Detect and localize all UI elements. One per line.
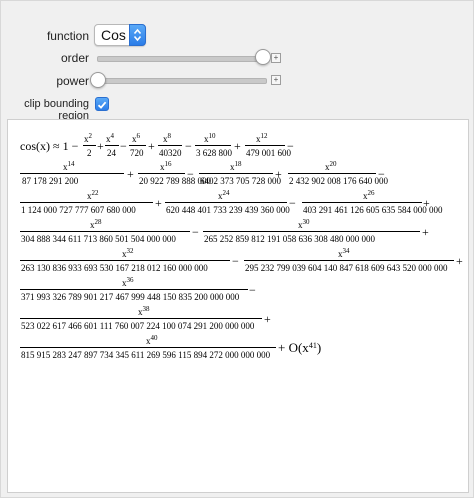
frac-bar [20,202,153,203]
frac-bar [199,173,273,174]
frac-bar [83,145,96,146]
term-36-num: x36 [122,276,134,288]
frac-bar [20,318,262,319]
term-12-den: 479 001 600 [246,148,291,158]
plus-sign: + [97,139,104,153]
checkmark-icon [97,101,107,109]
frac-bar [244,260,454,261]
term-28-num: x28 [90,218,102,230]
frac-bar [302,202,422,203]
plus-sign: + [423,196,430,210]
order-expand-button[interactable]: + [271,53,281,63]
term-34-den: 295 232 799 039 604 140 847 618 609 643 … [245,263,448,273]
term-10-den: 3 628 800 [196,148,232,158]
frac-bar [288,173,376,174]
term-4-den: 24 [107,148,116,158]
term-18-num: x18 [230,160,242,172]
term-22-den: 1 124 000 727 777 607 680 000 [21,205,136,215]
term-2-den: 2 [87,148,92,158]
term-18-den: 6402 373 705 728 000 [200,176,281,186]
minus-sign: − [249,283,256,297]
function-select-value: Cos [101,27,126,43]
plus-sign: + [275,167,282,181]
plus-sign: + [148,139,155,153]
plus-sign: + [456,254,463,268]
series-remainder: + O(x41) [278,340,322,355]
power-slider-thumb[interactable] [90,72,106,88]
power-slider-track[interactable] [97,78,267,84]
minus-sign: − [187,167,194,181]
frac-bar [105,145,119,146]
term-36-den: 371 993 326 789 901 217 467 999 448 150 … [21,292,240,302]
frac-bar [20,231,190,232]
frac-bar [165,202,287,203]
frac-bar [195,145,231,146]
term-26-den: 403 291 461 126 605 635 584 000 000 [303,205,443,215]
series-lhs: cos(x) ≈ 1 − [20,139,79,153]
term-26-num: x26 [363,189,375,201]
term-14-den: 87 178 291 200 [22,176,79,186]
term-6-num: x6 [132,132,140,144]
term-20-num: x20 [325,160,337,172]
frac-bar [245,145,285,146]
frac-bar [20,289,248,290]
minus-sign: − [378,167,385,181]
chevron-updown-icon [129,24,146,46]
frac-bar [129,145,146,146]
frac-bar [203,231,420,232]
term-40-num: x40 [146,334,158,346]
frac-bar [138,173,185,174]
minus-sign: − [185,139,192,153]
term-8-den: 40320 [159,148,182,158]
frac-bar [20,260,230,261]
power-expand-button[interactable]: + [271,75,281,85]
function-label: function [46,29,89,43]
order-slider-track[interactable] [97,56,267,62]
term-24-num: x24 [218,189,230,201]
minus-sign: − [287,139,294,153]
plus-sign: + [264,312,271,326]
frac-bar [158,145,182,146]
plus-sign: + [155,196,162,210]
term-20-den: 2 432 902 008 176 640 000 [289,176,388,186]
term-32-den: 263 130 836 933 693 530 167 218 012 160 … [21,263,208,273]
term-6-den: 720 [130,148,144,158]
term-4-num: x4 [106,132,114,144]
series-output: cos(x) ≈ 1 − x2 2 + x4 24 − x6 720 + x8 … [7,119,469,493]
term-14-num: x14 [63,160,75,172]
term-10-num: x10 [204,132,216,144]
frac-bar [20,173,124,174]
term-8-num: x8 [163,132,171,144]
term-40-den: 815 915 283 247 897 734 345 611 269 596 … [21,350,271,360]
term-16-num: x16 [160,160,172,172]
power-label: power [56,74,89,88]
minus-sign: − [192,225,199,239]
term-2-num: x2 [84,132,92,144]
term-22-num: x22 [87,189,99,201]
term-30-num: x30 [298,218,310,230]
plus-sign: + [127,167,134,181]
order-label: order [60,51,89,65]
minus-sign: − [120,139,127,153]
function-select[interactable]: Cos [94,24,146,46]
term-12-num: x12 [256,132,268,144]
term-38-num: x38 [138,305,150,317]
plus-sign: + [234,139,241,153]
clip-checkbox[interactable] [95,97,109,111]
term-38-den: 523 022 617 466 601 111 760 007 224 100 … [21,321,255,331]
minus-sign: − [289,196,296,210]
minus-sign: − [232,254,239,268]
term-28-den: 304 888 344 611 713 860 501 504 000 000 [21,234,176,244]
term-24-den: 620 448 401 733 239 439 360 000 [166,205,290,215]
term-30-den: 265 252 859 812 191 058 636 308 480 000 … [204,234,375,244]
term-32-num: x32 [122,247,134,259]
plus-sign: + [422,225,429,239]
manipulate-panel: function Cos order + power + clip boundi… [0,0,474,498]
frac-bar [20,347,276,348]
term-34-num: x34 [338,247,350,259]
order-slider-thumb[interactable] [254,49,271,65]
